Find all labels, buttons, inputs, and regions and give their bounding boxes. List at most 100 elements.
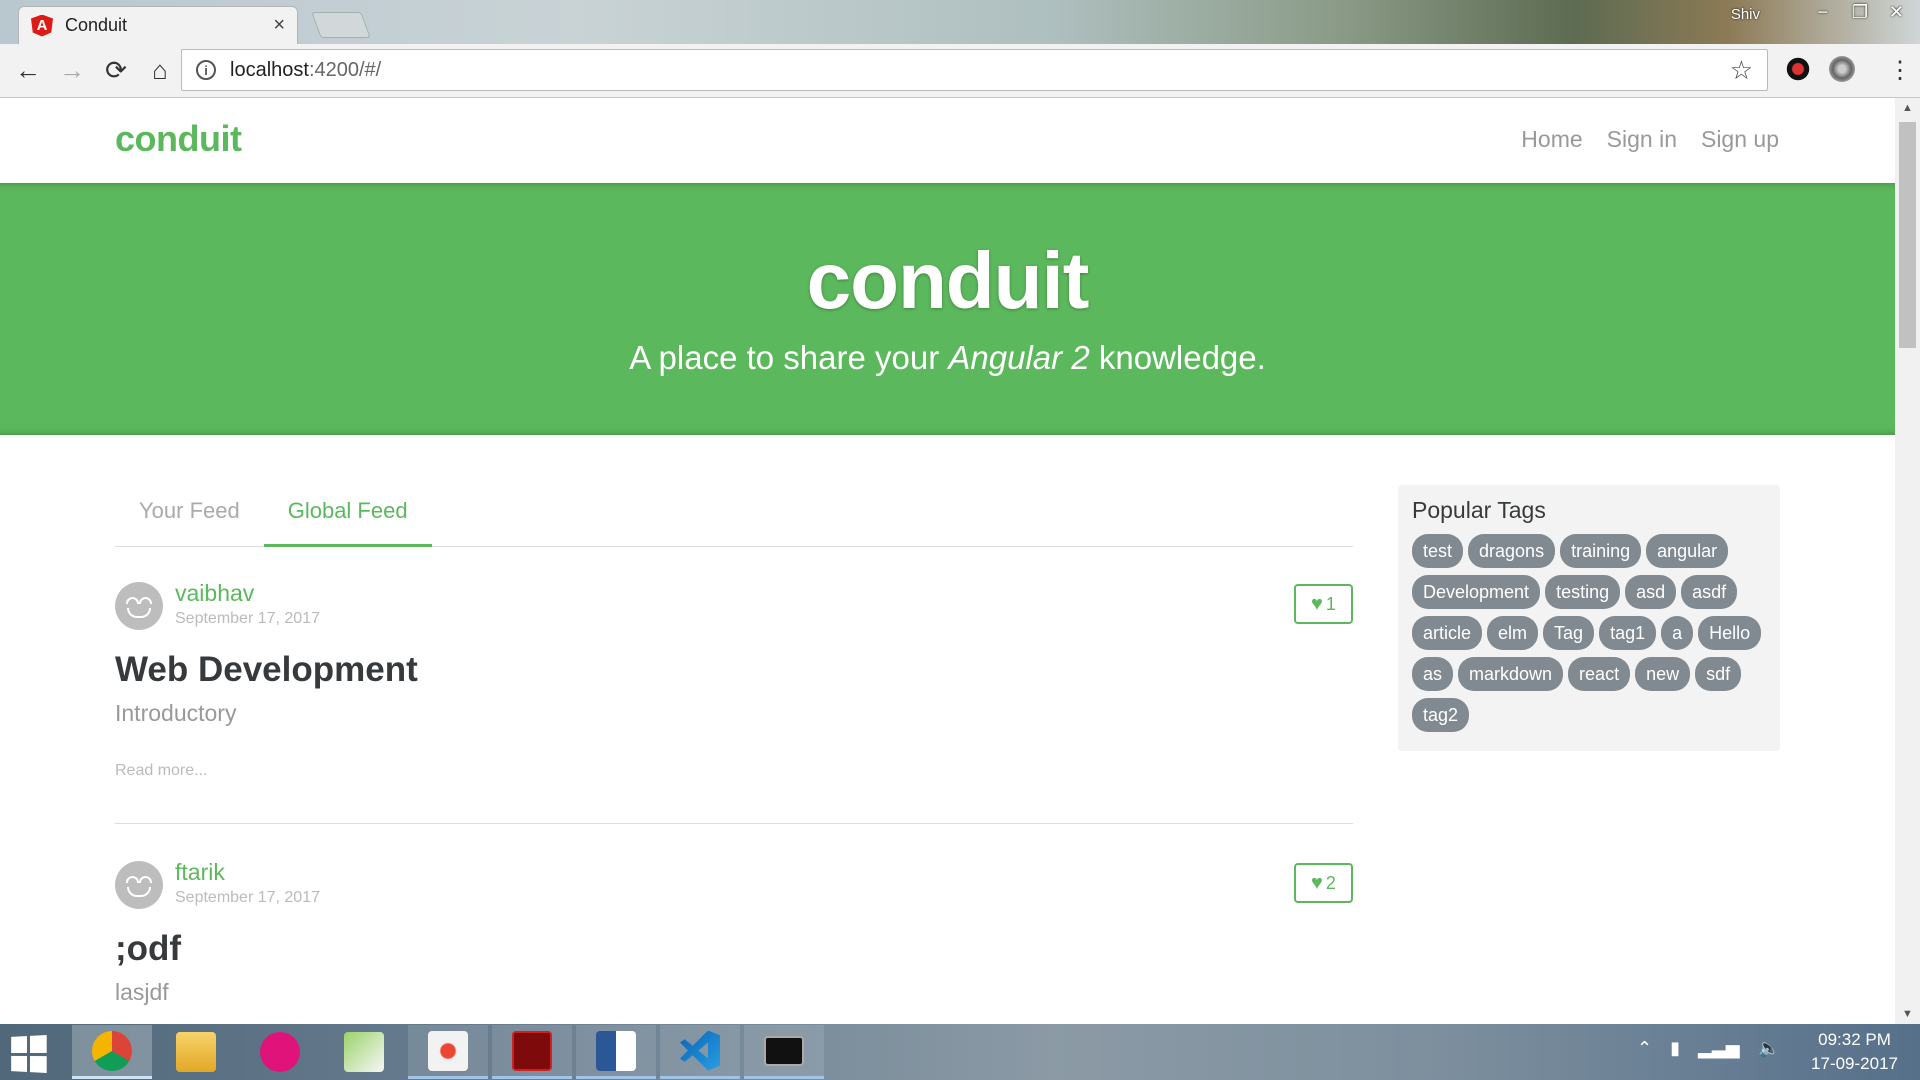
- hero-banner: conduit A place to share your Angular 2 …: [0, 183, 1895, 435]
- tag-pill[interactable]: react: [1568, 657, 1631, 691]
- tag-pill[interactable]: a: [1661, 616, 1694, 650]
- page-scrollbar[interactable]: ▲ ▼: [1895, 98, 1920, 1024]
- nav-sign-in[interactable]: Sign in: [1607, 126, 1677, 153]
- tag-pill[interactable]: sdf: [1695, 657, 1742, 691]
- volume-icon[interactable]: 🔈: [1758, 1038, 1780, 1059]
- subtitle-emphasis: Angular 2: [948, 339, 1090, 376]
- url-host: localhost: [230, 58, 309, 81]
- new-tab-button[interactable]: [311, 12, 371, 38]
- taskbar-command-prompt[interactable]: [744, 1025, 824, 1079]
- tag-pill[interactable]: Hello: [1698, 616, 1762, 650]
- windows-taskbar: ⌃ ▮ ▂▃▅ 🔈 09:32 PM 17-09-2017: [0, 1024, 1920, 1080]
- tag-pill[interactable]: Development: [1412, 575, 1541, 609]
- app-navbar: conduit Home Sign in Sign up: [0, 98, 1895, 183]
- site-info-icon[interactable]: i: [196, 60, 216, 80]
- tag-pill[interactable]: new: [1635, 657, 1691, 691]
- tag-pill[interactable]: dragons: [1468, 534, 1556, 568]
- tag-pill[interactable]: Tag: [1543, 616, 1595, 650]
- avatar[interactable]: [115, 861, 163, 909]
- tab-close-icon[interactable]: ×: [273, 14, 285, 37]
- taskbar-vscode[interactable]: [660, 1025, 740, 1079]
- article-title[interactable]: Web Development: [115, 650, 418, 690]
- bookmark-star-icon[interactable]: ☆: [1730, 55, 1753, 86]
- menu-kebab-icon[interactable]: ⋮: [1880, 50, 1920, 90]
- taskbar-acrobat[interactable]: [492, 1025, 572, 1079]
- battery-icon[interactable]: ▮: [1670, 1038, 1680, 1059]
- subtitle-pre: A place to share your: [629, 339, 949, 376]
- forward-arrow-icon[interactable]: →: [52, 51, 92, 91]
- notepad-icon: [344, 1032, 384, 1072]
- back-arrow-icon[interactable]: ←: [8, 51, 48, 91]
- tag-pill[interactable]: training: [1560, 534, 1642, 568]
- article-date: September 17, 2017: [175, 610, 320, 627]
- taskbar-file-explorer[interactable]: [156, 1025, 236, 1079]
- taskbar-clock[interactable]: 09:32 PM 17-09-2017: [1811, 1028, 1898, 1076]
- close-window-icon[interactable]: ✕: [1889, 2, 1904, 23]
- tab-global-feed[interactable]: Global Feed: [263, 478, 432, 547]
- maximize-icon[interactable]: ❐: [1852, 2, 1868, 23]
- taskbar-snipping-tool[interactable]: [408, 1025, 488, 1079]
- tag-pill[interactable]: as: [1412, 657, 1454, 691]
- browser-tab-conduit[interactable]: A Conduit ×: [18, 6, 298, 44]
- taskbar-wamp[interactable]: [240, 1025, 320, 1079]
- tag-pill[interactable]: angular: [1646, 534, 1729, 568]
- terminal-icon: [764, 1035, 804, 1066]
- tag-pill[interactable]: elm: [1487, 616, 1539, 650]
- tag-pill[interactable]: asd: [1625, 575, 1677, 609]
- banner-title: conduit: [806, 236, 1090, 325]
- brand-logo[interactable]: conduit: [115, 118, 242, 160]
- author-link[interactable]: ftarik: [175, 859, 225, 886]
- extension-globe-icon[interactable]: [1829, 56, 1855, 82]
- nav-sign-up[interactable]: Sign up: [1701, 126, 1779, 153]
- word-icon: [596, 1030, 636, 1071]
- tag-pill[interactable]: article: [1412, 616, 1483, 650]
- folder-icon: [176, 1032, 216, 1072]
- home-icon[interactable]: ⌂: [140, 51, 180, 91]
- minimize-icon[interactable]: −: [1817, 2, 1828, 23]
- page-viewport: conduit Home Sign in Sign up conduit A p…: [0, 98, 1895, 1024]
- tab-title: Conduit: [65, 15, 128, 35]
- acrobat-icon: [512, 1030, 552, 1071]
- read-more-link[interactable]: Read more...: [115, 762, 207, 780]
- reload-icon[interactable]: ⟳: [96, 51, 136, 91]
- nav-links: Home Sign in Sign up: [1521, 126, 1779, 153]
- signal-icon[interactable]: ▂▃▅: [1698, 1038, 1740, 1059]
- article-title[interactable]: ;odf: [115, 929, 181, 969]
- article-preview: vaibhav September 17, 2017 ♥ 1 Web Devel…: [115, 568, 1353, 824]
- clock-time: 09:32 PM: [1818, 1030, 1891, 1049]
- favorite-button[interactable]: ♥ 2: [1294, 863, 1353, 903]
- address-bar[interactable]: i localhost:4200/#/ ☆: [181, 49, 1768, 91]
- article-date: September 17, 2017: [175, 889, 320, 906]
- scroll-down-icon[interactable]: ▼: [1902, 1008, 1913, 1020]
- popular-tags-sidebar: Popular Tags test dragons training angul…: [1398, 485, 1780, 751]
- heart-icon: ♥: [1311, 871, 1323, 894]
- avatar[interactable]: [115, 582, 163, 630]
- tag-pill[interactable]: tag1: [1599, 616, 1657, 650]
- tray-expand-icon[interactable]: ⌃: [1637, 1038, 1652, 1059]
- nav-home[interactable]: Home: [1521, 126, 1582, 153]
- clock-date: 17-09-2017: [1811, 1054, 1898, 1073]
- tag-pill[interactable]: tag2: [1412, 698, 1470, 732]
- tag-list: test dragons training angular Developmen…: [1412, 534, 1766, 732]
- windows-start-icon[interactable]: [11, 1035, 47, 1073]
- system-tray: ⌃ ▮ ▂▃▅ 🔈: [1637, 1038, 1780, 1059]
- scissors-icon: [428, 1030, 468, 1071]
- favorite-button[interactable]: ♥ 1: [1294, 584, 1353, 624]
- url-path: :4200/#/: [308, 58, 382, 81]
- tab-your-feed[interactable]: Your Feed: [115, 478, 264, 547]
- tag-pill[interactable]: markdown: [1458, 657, 1564, 691]
- scroll-thumb[interactable]: [1899, 122, 1916, 348]
- taskbar-word[interactable]: [576, 1025, 656, 1079]
- tag-pill[interactable]: testing: [1545, 575, 1621, 609]
- article-description: Introductory: [115, 700, 237, 726]
- sidebar-title: Popular Tags: [1412, 497, 1546, 523]
- url-text[interactable]: localhost:4200/#/: [230, 59, 1730, 82]
- angular-favicon-icon: A: [31, 14, 53, 37]
- tag-pill[interactable]: test: [1412, 534, 1464, 568]
- tag-pill[interactable]: asdf: [1681, 575, 1738, 609]
- taskbar-notepad[interactable]: [324, 1025, 404, 1079]
- author-link[interactable]: vaibhav: [175, 580, 254, 607]
- scroll-up-icon[interactable]: ▲: [1902, 102, 1913, 114]
- extension-gear-icon[interactable]: [1785, 56, 1811, 82]
- taskbar-chrome[interactable]: [72, 1025, 152, 1079]
